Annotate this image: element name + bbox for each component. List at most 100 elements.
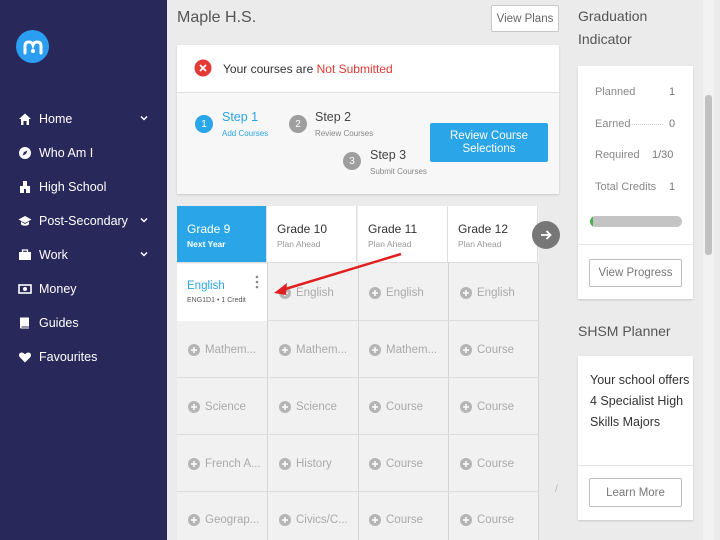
planned-label: Planned (595, 86, 636, 98)
earned-value: 0 (669, 118, 676, 130)
course-cell-label: Civics/C... (296, 514, 348, 526)
step-1-title[interactable]: Step 1 (222, 110, 258, 124)
add-course-cell[interactable]: Course (460, 452, 514, 476)
shsm-planner-title: SHSM Planner (578, 323, 671, 339)
course-cell-label: Course (477, 344, 515, 356)
arrow-right-icon (541, 230, 552, 240)
grade-subtitle: Next Year (187, 239, 226, 249)
sidebar-item-favourites[interactable]: Favourites (0, 346, 167, 370)
sidebar-item-home[interactable]: Home (0, 108, 167, 132)
add-icon (279, 344, 291, 356)
add-course-cell[interactable]: Course (460, 338, 514, 362)
school-name: Maple H.S. (177, 9, 257, 26)
graduation-indicator-title: Graduation Indicator (578, 8, 648, 47)
page-scrollbar[interactable] (703, 0, 714, 540)
sidebar-item-post-secondary[interactable]: Post-Secondary (0, 210, 167, 234)
add-icon (460, 287, 472, 299)
chevron-down-icon[interactable] (139, 215, 149, 225)
add-course-cell[interactable]: Course (369, 452, 423, 476)
step-3-title[interactable]: Step 3 (370, 148, 406, 162)
submission-status: Your courses are Not Submitted (177, 45, 559, 92)
card-divider (578, 465, 693, 466)
app-logo[interactable] (16, 30, 49, 63)
required-value: 1/30 (652, 149, 674, 161)
course-cell-label: Course (386, 401, 424, 413)
course-cell-label: Geograp... (205, 514, 260, 526)
course-code: ENG1D1 • 1 Credit (187, 297, 246, 304)
row-divider (177, 377, 539, 378)
add-course-cell[interactable]: Mathem... (188, 338, 256, 362)
add-course-cell[interactable]: Mathem... (279, 338, 347, 362)
home-icon (19, 113, 31, 125)
step-3-badge: 3 (343, 152, 361, 170)
chevron-down-icon[interactable] (139, 249, 149, 259)
sidebar-item-money[interactable]: Money (0, 278, 167, 302)
step-2-title[interactable]: Step 2 (315, 110, 351, 124)
tab-grade-9[interactable]: Grade 9 Next Year (177, 206, 267, 263)
view-progress-button[interactable]: View Progress (589, 259, 682, 287)
add-icon (188, 458, 200, 470)
add-course-cell[interactable]: French A... (188, 452, 261, 476)
grade-name: Grade 9 (187, 222, 231, 236)
add-icon (188, 514, 200, 526)
add-course-cell[interactable]: Course (460, 508, 514, 532)
sidebar: Home Who Am I High School Post-Secondary… (0, 0, 167, 540)
course-cell-label: Course (477, 458, 515, 470)
add-course-cell[interactable]: Mathem... (369, 338, 437, 362)
add-course-cell[interactable]: Science (279, 395, 337, 419)
course-cell-label: History (296, 458, 332, 470)
column-divider (448, 263, 449, 540)
course-cell-label: English (477, 287, 515, 299)
add-course-cell[interactable]: Course (460, 395, 514, 419)
add-course-cell[interactable]: Geograp... (188, 508, 259, 532)
next-grade-button[interactable] (532, 221, 560, 249)
book-icon (20, 317, 29, 329)
sidebar-item-guides[interactable]: Guides (0, 312, 167, 336)
sidebar-item-label: Who Am I (39, 146, 94, 160)
tab-grade-12[interactable]: Grade 12 Plan Ahead (448, 206, 538, 263)
sidebar-item-work[interactable]: Work (0, 244, 167, 268)
grade-subtitle: Plan Ahead (277, 239, 321, 249)
add-course-cell[interactable]: Civics/C... (279, 508, 348, 532)
add-course-cell[interactable]: English (460, 281, 515, 305)
sidebar-item-who-am-i[interactable]: Who Am I (0, 142, 167, 166)
add-icon (369, 458, 381, 470)
add-course-cell[interactable]: History (279, 452, 332, 476)
grade-name: Grade 11 (368, 222, 418, 236)
row-divider (177, 491, 539, 492)
scrollbar-thumb[interactable] (705, 95, 712, 255)
add-course-cell[interactable]: Course (369, 508, 423, 532)
view-plans-button[interactable]: View Plans (491, 5, 559, 32)
more-options-icon[interactable] (254, 275, 260, 289)
sidebar-item-label: Favourites (39, 350, 98, 364)
shsm-description: Your school offers 4 Specialist High Ski… (590, 373, 690, 429)
grade-name: Grade 10 (277, 222, 328, 236)
sidebar-item-label: Money (39, 282, 77, 296)
add-course-cell[interactable]: Science (188, 395, 246, 419)
grade-subtitle: Plan Ahead (458, 239, 502, 249)
divider-slash: / (555, 484, 558, 495)
add-course-cell[interactable]: Course (369, 395, 423, 419)
learn-more-button[interactable]: Learn More (589, 478, 682, 507)
course-cell-label: Science (296, 401, 337, 413)
step-1-badge: 1 (195, 115, 213, 133)
column-divider (538, 263, 539, 540)
total-credits-label: Total Credits (595, 181, 657, 193)
add-icon (460, 401, 472, 413)
row-divider (177, 434, 539, 435)
course-cell-label: Mathem... (386, 344, 438, 356)
sidebar-item-label: Post-Secondary (39, 214, 128, 228)
course-card-english[interactable]: English ENG1D1 • 1 Credit (177, 264, 267, 321)
review-course-selections-button[interactable]: Review Course Selections (430, 123, 548, 162)
course-cell-label: French A... (205, 458, 261, 470)
add-icon (369, 401, 381, 413)
course-cell-label: Course (386, 514, 424, 526)
sidebar-item-label: Home (39, 112, 73, 126)
required-label: Required (595, 149, 640, 161)
sidebar-item-label: Work (39, 248, 68, 262)
credits-progress-bar (590, 216, 682, 227)
sidebar-item-high-school[interactable]: High School (0, 176, 167, 200)
add-icon (188, 401, 200, 413)
chevron-down-icon[interactable] (139, 113, 149, 123)
school-icon (20, 181, 30, 193)
